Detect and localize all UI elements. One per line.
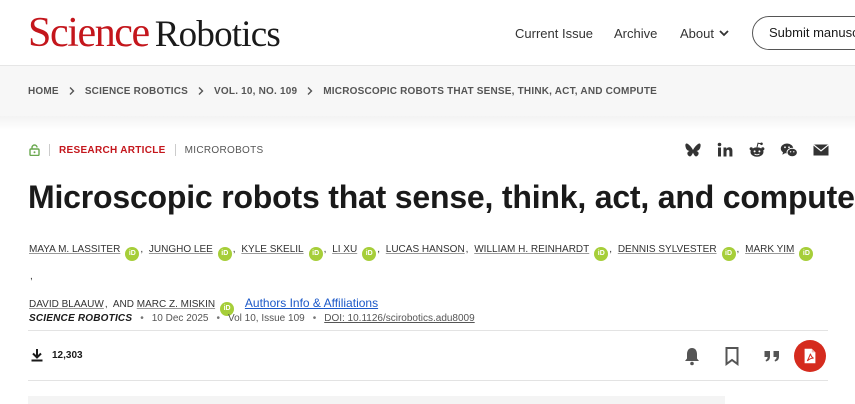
email-icon[interactable]: [812, 141, 830, 159]
bookmark-icon[interactable]: [722, 346, 742, 366]
submit-manuscript-button[interactable]: Submit manuscript: [752, 16, 855, 50]
science-robotics-logo[interactable]: Science Robotics: [28, 10, 281, 56]
author-name[interactable]: DAVID BLAAUW: [29, 299, 104, 310]
nav-current-issue-label: Current Issue: [515, 25, 594, 41]
publication-date: 10 Dec 2025: [151, 312, 209, 324]
author-name[interactable]: LUCAS HANSON: [386, 244, 465, 255]
site-header: Science Robotics Current Issue Archive A…: [0, 0, 855, 66]
chevron-right-icon: [198, 87, 204, 95]
orcid-icon[interactable]: iD: [362, 247, 377, 261]
content-panel-edge: [28, 396, 725, 404]
journal-name: SCIENCE ROBOTICS: [29, 312, 133, 324]
separator-dot: •: [312, 312, 317, 324]
author-name[interactable]: MARK YIM: [745, 244, 794, 255]
breadcrumb-home[interactable]: HOME: [28, 86, 59, 97]
share-icons: [684, 141, 830, 159]
divider: [28, 330, 828, 331]
authors-affiliations-link[interactable]: Authors Info & Affiliations: [245, 296, 378, 310]
pdf-download-button[interactable]: [794, 340, 826, 372]
cite-icon[interactable]: [762, 346, 782, 366]
orcid-icon[interactable]: iD: [125, 247, 140, 261]
download-icon: [31, 349, 43, 362]
pdf-icon: [804, 348, 816, 364]
reddit-icon[interactable]: [748, 141, 766, 159]
author-name[interactable]: JUNGHO LEE: [149, 244, 213, 255]
nav-archive[interactable]: Archive: [614, 0, 657, 66]
author-name[interactable]: LI XU: [332, 244, 357, 255]
author-name[interactable]: DENNIS SYLVESTER: [618, 244, 717, 255]
open-access-lock-icon: [29, 144, 40, 156]
nav-current-issue[interactable]: Current Issue: [515, 0, 593, 66]
nav-about[interactable]: About: [680, 0, 730, 66]
nav-about-label: About: [680, 25, 714, 41]
article-type-label[interactable]: RESEARCH ARTICLE: [59, 145, 166, 156]
authors-and-text: AND: [112, 299, 134, 310]
logo-robotics-word: Robotics: [154, 14, 281, 55]
wechat-icon[interactable]: [780, 141, 798, 159]
meta-divider: [174, 144, 176, 156]
orcid-icon[interactable]: iD: [721, 247, 736, 261]
orcid-icon[interactable]: iD: [308, 247, 323, 261]
logo-science-word: Science: [28, 10, 150, 56]
divider: [28, 380, 828, 381]
article-title: Microscopic robots that sense, think, ac…: [28, 179, 855, 215]
breadcrumb-issue[interactable]: VOL. 10, NO. 109: [214, 86, 297, 97]
alert-bell-icon[interactable]: [682, 346, 702, 366]
breadcrumb-journal[interactable]: SCIENCE ROBOTICS: [85, 86, 188, 97]
breadcrumb: HOME SCIENCE ROBOTICS VOL. 10, NO. 109 M…: [28, 66, 657, 116]
article-meta-row: RESEARCH ARTICLE MICROROBOTS: [29, 142, 264, 158]
separator-dot: •: [140, 312, 144, 324]
download-count-value: 12,303: [52, 349, 83, 361]
author-name[interactable]: MAYA M. LASSITER: [29, 244, 120, 255]
article-actions: [682, 340, 826, 372]
separator-dot: •: [216, 312, 220, 324]
meta-divider: [49, 144, 50, 156]
nav-archive-label: Archive: [614, 25, 658, 41]
author-name[interactable]: WILLIAM H. REINHARDT: [474, 244, 589, 255]
author-list: MAYA M. LASSITER iD, JUNGHO LEE iD, KYLE S…: [29, 236, 819, 318]
breadcrumb-article: MICROSCOPIC ROBOTS THAT SENSE, THINK, AC…: [323, 85, 658, 97]
breadcrumb-bar: HOME SCIENCE ROBOTICS VOL. 10, NO. 109 M…: [0, 66, 855, 116]
chevron-right-icon: [69, 87, 75, 95]
download-count: 12,303: [30, 347, 83, 363]
publication-info: SCIENCE ROBOTICS • 10 Dec 2025 • Vol 10,…: [29, 310, 475, 326]
subject-label[interactable]: MICROROBOTS: [185, 145, 264, 156]
orcid-icon[interactable]: iD: [217, 247, 232, 261]
linkedin-icon[interactable]: [716, 141, 734, 159]
chevron-right-icon: [307, 87, 313, 95]
author-name[interactable]: MARC Z. MISKIN: [137, 299, 215, 310]
chevron-down-icon: [719, 30, 729, 37]
orcid-icon[interactable]: iD: [594, 247, 609, 261]
bluesky-icon[interactable]: [684, 141, 702, 159]
doi-link[interactable]: DOI: 10.1126/scirobotics.adu8009: [324, 313, 474, 324]
author-name[interactable]: KYLE SKELIL: [241, 244, 303, 255]
orcid-icon[interactable]: iD: [799, 247, 814, 261]
band-shadow: [0, 116, 855, 130]
volume-issue: Vol 10, Issue 109: [227, 312, 305, 324]
